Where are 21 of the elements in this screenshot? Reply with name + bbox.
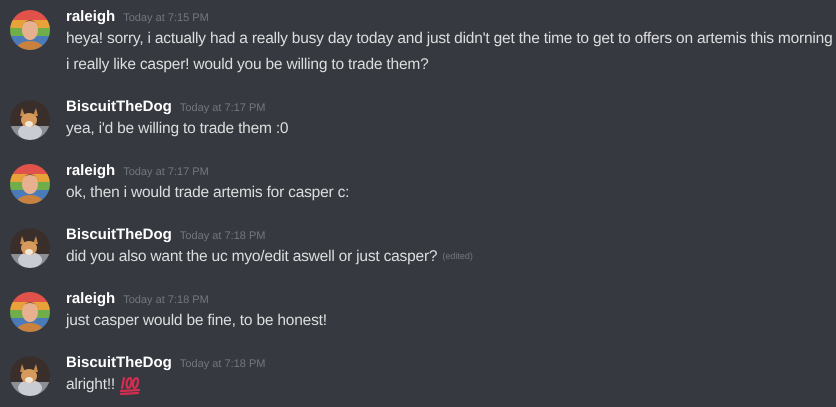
hundred-points-icon — [119, 375, 142, 395]
message-text: ok, then i would trade artemis for casper c: — [66, 183, 350, 204]
message-text: heya! sorry, i actually had a really busy day today and just didn't get the time to get to offers on artemis this morning — [66, 29, 833, 50]
timestamp: Today at 7:18 PM — [123, 293, 209, 308]
message-text: just casper would be fine, to be honest! — [66, 311, 327, 332]
message-text: yea, i'd be willing to trade them :0 — [66, 119, 288, 140]
message-text: i really like casper! would you be willing to trade them? — [66, 55, 429, 76]
timestamp: Today at 7:15 PM — [123, 11, 209, 26]
username[interactable]: BiscuitTheDog — [66, 96, 172, 118]
username[interactable]: raleigh — [66, 6, 116, 28]
timestamp: Today at 7:18 PM — [180, 357, 266, 372]
timestamp: Today at 7:17 PM — [123, 165, 209, 180]
username[interactable]: BiscuitTheDog — [66, 224, 172, 246]
message-text: alright!! — [66, 375, 116, 396]
username[interactable]: raleigh — [66, 160, 116, 182]
message-text: did you also want the uc myo/edit aswell or just casper? — [66, 247, 438, 268]
edited-label: (edited) — [442, 250, 473, 264]
username[interactable]: raleigh — [66, 288, 116, 310]
username[interactable]: BiscuitTheDog — [66, 352, 172, 374]
timestamp: Today at 7:18 PM — [180, 229, 266, 244]
timestamp: Today at 7:17 PM — [180, 101, 266, 116]
